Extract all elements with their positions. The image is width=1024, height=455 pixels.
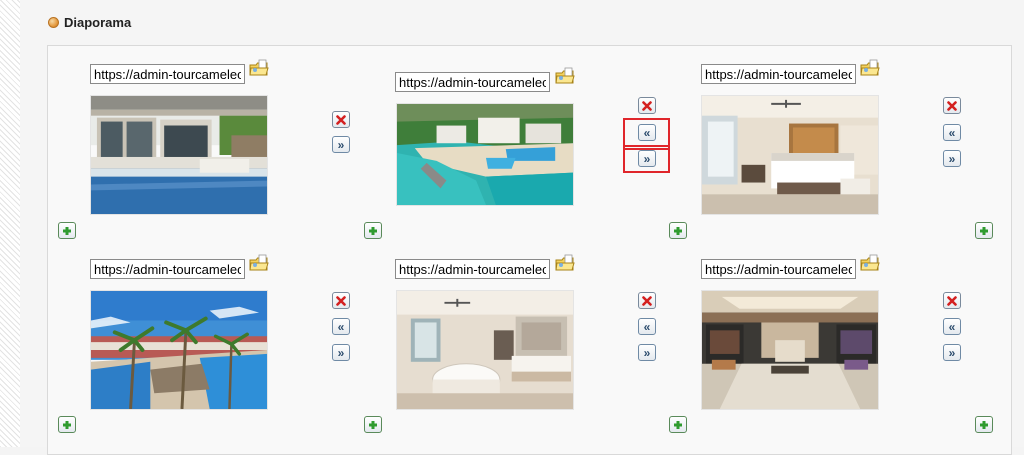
move-right-icon: » xyxy=(948,151,956,166)
delete-button[interactable] xyxy=(332,292,350,309)
move-left-button[interactable]: « xyxy=(943,318,961,335)
add-slide-button[interactable] xyxy=(669,222,687,239)
slide-image-bedroom xyxy=(701,95,879,215)
slide-image-resort-aerial xyxy=(396,103,574,206)
move-left-button[interactable]: « xyxy=(332,318,350,335)
slide-image-pool-palms xyxy=(90,290,268,410)
add-slide-button[interactable] xyxy=(669,416,687,433)
add-slide-button[interactable] xyxy=(364,416,382,433)
move-right-button[interactable]: » xyxy=(638,150,656,167)
delete-button[interactable] xyxy=(332,111,350,128)
folder-browse-icon[interactable] xyxy=(860,254,880,272)
add-slide-button[interactable] xyxy=(58,222,76,239)
delete-button[interactable] xyxy=(638,292,656,309)
slide-url-input[interactable] xyxy=(90,64,245,84)
move-left-icon: « xyxy=(643,125,651,140)
delete-button[interactable] xyxy=(638,97,656,114)
move-right-button[interactable]: » xyxy=(332,136,350,153)
section-title: Diaporama xyxy=(64,14,132,30)
slide-url-input[interactable] xyxy=(395,259,550,279)
move-right-icon: » xyxy=(948,345,956,360)
folder-browse-icon[interactable] xyxy=(555,67,575,85)
slide-image-bathroom xyxy=(396,290,574,410)
move-left-icon: « xyxy=(643,319,651,334)
move-right-icon: » xyxy=(337,137,345,152)
add-slide-button[interactable] xyxy=(58,416,76,433)
folder-browse-icon[interactable] xyxy=(555,254,575,272)
move-right-icon: » xyxy=(643,151,651,166)
move-left-icon: « xyxy=(337,319,345,334)
move-left-button[interactable]: « xyxy=(638,124,656,141)
left-gutter xyxy=(0,0,20,447)
move-left-icon: « xyxy=(948,319,956,334)
add-slide-button[interactable] xyxy=(364,222,382,239)
move-right-icon: » xyxy=(337,345,345,360)
move-left-button[interactable]: « xyxy=(638,318,656,335)
bullet-icon xyxy=(48,16,59,28)
slide-url-input[interactable] xyxy=(395,72,550,92)
slide-url-input[interactable] xyxy=(701,64,856,84)
move-right-icon: » xyxy=(643,345,651,360)
slide-url-input[interactable] xyxy=(90,259,245,279)
move-left-icon: « xyxy=(948,125,956,140)
move-left-button[interactable]: « xyxy=(943,124,961,141)
folder-browse-icon[interactable] xyxy=(860,59,880,77)
folder-browse-icon[interactable] xyxy=(249,254,269,272)
add-slide-button[interactable] xyxy=(975,222,993,239)
move-right-button[interactable]: » xyxy=(332,344,350,361)
delete-button[interactable] xyxy=(943,97,961,114)
move-right-button[interactable]: » xyxy=(943,150,961,167)
delete-button[interactable] xyxy=(943,292,961,309)
move-right-button[interactable]: » xyxy=(638,344,656,361)
folder-browse-icon[interactable] xyxy=(249,59,269,77)
slide-image-lobby-shops xyxy=(701,290,879,410)
section-header: Diaporama xyxy=(48,14,131,30)
slide-image-suite-pool xyxy=(90,95,268,215)
slide-url-input[interactable] xyxy=(701,259,856,279)
move-right-button[interactable]: » xyxy=(943,344,961,361)
add-slide-button[interactable] xyxy=(975,416,993,433)
